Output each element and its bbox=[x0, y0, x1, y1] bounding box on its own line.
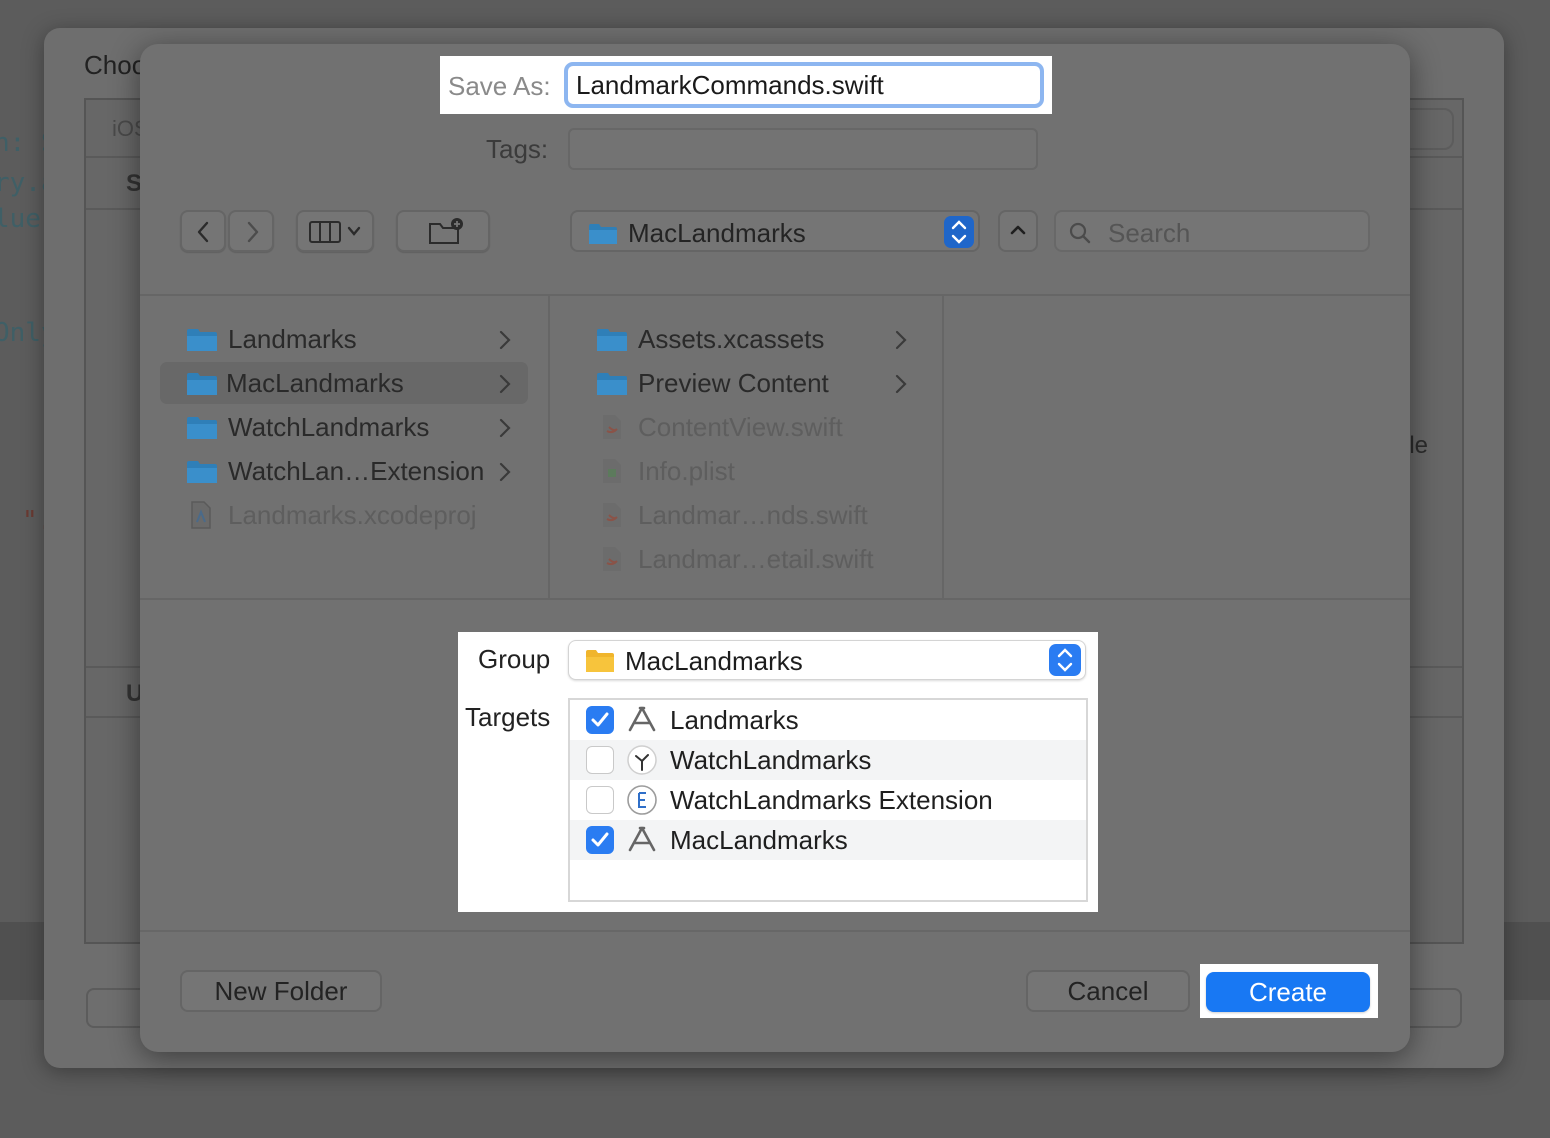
swift-file-icon bbox=[603, 415, 621, 439]
group-popup[interactable]: MacLandmarks bbox=[568, 640, 1086, 680]
search-placeholder: Search bbox=[1108, 218, 1191, 248]
view-mode-button[interactable] bbox=[296, 210, 374, 252]
target-label: WatchLandmarks Extension bbox=[670, 785, 993, 815]
browser-item-label: WatchLandmarks bbox=[228, 412, 430, 442]
chevron-right-icon bbox=[499, 418, 511, 438]
folder-icon bbox=[187, 329, 217, 351]
browser-item-label: Landmarks bbox=[228, 324, 357, 354]
browser-divider bbox=[140, 294, 1410, 296]
column-divider bbox=[942, 296, 944, 598]
footer-divider bbox=[140, 930, 1410, 932]
xcodeproj-file-icon bbox=[191, 501, 211, 529]
column-divider bbox=[548, 296, 550, 598]
checkmark-icon bbox=[591, 832, 609, 847]
folder-icon bbox=[586, 650, 614, 672]
folder-icon bbox=[187, 461, 217, 483]
folder-icon bbox=[187, 373, 217, 395]
back-button[interactable] bbox=[180, 210, 226, 252]
target-checkbox[interactable] bbox=[586, 706, 614, 734]
chevron-right-icon bbox=[895, 330, 907, 350]
search-icon bbox=[1069, 222, 1091, 244]
browser-item-watch-extension[interactable]: WatchLan…Extension bbox=[182, 450, 528, 492]
new-folder-icon bbox=[429, 218, 463, 244]
targets-list: Landmarks WatchLandmarks WatchLandmarks … bbox=[568, 698, 1088, 902]
create-button[interactable]: Create bbox=[1206, 972, 1370, 1012]
browser-item-label: Landmar…etail.swift bbox=[638, 544, 874, 574]
browser-item-label: Landmar…nds.swift bbox=[638, 500, 868, 530]
group-label: Group bbox=[478, 644, 551, 674]
chevron-up-icon bbox=[1010, 225, 1026, 235]
chooser-title: Choo bbox=[84, 50, 147, 80]
search-field[interactable]: Search bbox=[1054, 210, 1370, 252]
popup-stepper-icon bbox=[944, 216, 974, 248]
browser-item-contentview: ContentView.swift bbox=[592, 406, 922, 448]
checkmark-icon bbox=[591, 712, 609, 727]
target-label: WatchLandmarks bbox=[670, 745, 872, 775]
tags-field[interactable] bbox=[568, 128, 1038, 170]
target-label: MacLandmarks bbox=[670, 825, 848, 855]
cancel-button[interactable]: Cancel bbox=[1026, 970, 1190, 1012]
swift-file-icon bbox=[603, 547, 621, 571]
new-folder-toolbar-button[interactable] bbox=[396, 210, 490, 252]
group-targets-panel: Group MacLandmarks Targets Landmarks Wat… bbox=[458, 632, 1098, 912]
folder-icon bbox=[597, 329, 627, 351]
target-checkbox[interactable] bbox=[586, 826, 614, 854]
browser-item-watchlandmarks[interactable]: WatchLandmarks bbox=[182, 406, 528, 448]
chevron-right-icon bbox=[499, 462, 511, 482]
browser-divider bbox=[140, 598, 1410, 600]
folder-icon bbox=[187, 417, 217, 439]
target-row[interactable]: Landmarks bbox=[570, 700, 1086, 740]
browser-item-label: Landmarks.xcodeproj bbox=[228, 500, 477, 530]
group-popup-label: MacLandmarks bbox=[625, 646, 803, 676]
expand-collapse-button[interactable] bbox=[998, 210, 1038, 252]
browser-item-label: MacLandmarks bbox=[226, 368, 404, 398]
new-folder-button[interactable]: New Folder bbox=[180, 970, 382, 1012]
tags-label: Tags: bbox=[486, 134, 549, 164]
browser-item-label: Info.plist bbox=[638, 456, 735, 486]
target-row[interactable]: MacLandmarks bbox=[570, 820, 1086, 860]
chevron-right-icon bbox=[895, 374, 907, 394]
swift-file-icon bbox=[603, 503, 621, 527]
chooser-trailing-text: le bbox=[1409, 432, 1428, 459]
target-row[interactable]: WatchLandmarks Extension bbox=[570, 780, 1086, 820]
folder-icon bbox=[589, 224, 617, 244]
chevron-left-icon bbox=[197, 221, 209, 243]
browser-item-label: ContentView.swift bbox=[638, 412, 843, 442]
save-as-field[interactable] bbox=[564, 62, 1044, 108]
code-fragment: lue bbox=[0, 204, 41, 234]
target-row[interactable]: WatchLandmarks bbox=[570, 740, 1086, 780]
browser-item-xcodeproj: Landmarks.xcodeproj bbox=[182, 494, 528, 536]
popup-stepper-icon bbox=[1049, 644, 1081, 676]
chevron-right-icon bbox=[499, 330, 511, 350]
folder-icon bbox=[597, 373, 627, 395]
browser-item-preview-content[interactable]: Preview Content bbox=[592, 362, 922, 404]
save-as-row: Save As: bbox=[440, 56, 1052, 114]
browser-item-detail-swift: Landmar…etail.swift bbox=[592, 538, 922, 580]
browser-item-label: Preview Content bbox=[638, 368, 829, 398]
browser-item-commands-swift: Landmar…nds.swift bbox=[592, 494, 922, 536]
columns-view-icon bbox=[309, 221, 361, 243]
app-store-icon bbox=[628, 826, 656, 852]
app-store-icon bbox=[628, 706, 656, 732]
location-popup[interactable]: MacLandmarks bbox=[570, 210, 980, 252]
browser-item-maclandmarks[interactable]: MacLandmarks bbox=[160, 362, 528, 404]
target-checkbox[interactable] bbox=[586, 786, 614, 814]
chevron-right-icon bbox=[247, 221, 259, 243]
target-checkbox[interactable] bbox=[586, 746, 614, 774]
targets-label: Targets bbox=[465, 702, 551, 732]
save-as-label: Save As: bbox=[448, 71, 551, 101]
create-button-highlight: Create bbox=[1200, 964, 1378, 1018]
location-popup-label: MacLandmarks bbox=[628, 218, 806, 248]
target-label: Landmarks bbox=[670, 705, 799, 735]
browser-item-info-plist: Info.plist bbox=[592, 450, 922, 492]
chevron-right-icon bbox=[499, 374, 511, 394]
plist-file-icon bbox=[603, 459, 621, 483]
browser-item-assets[interactable]: Assets.xcassets bbox=[592, 318, 922, 360]
watch-app-icon bbox=[627, 745, 657, 775]
forward-button[interactable] bbox=[228, 210, 274, 252]
extension-icon bbox=[627, 785, 657, 815]
browser-item-label: Assets.xcassets bbox=[638, 324, 825, 354]
browser-item-label: WatchLan…Extension bbox=[228, 456, 485, 486]
browser-item-landmarks[interactable]: Landmarks bbox=[182, 318, 528, 360]
